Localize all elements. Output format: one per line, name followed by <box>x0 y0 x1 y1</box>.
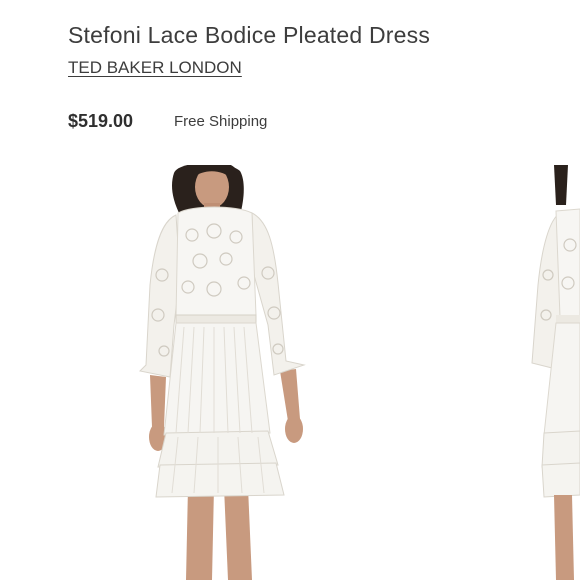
product-price: $519.00 <box>68 111 134 131</box>
dress-photo-partial-icon <box>531 165 580 580</box>
brand-link[interactable]: TED BAKER LONDON <box>68 58 242 78</box>
dress-photo-icon <box>138 165 306 580</box>
product-image-carousel[interactable] <box>0 165 580 580</box>
product-title: Stefoni Lace Bodice Pleated Dress <box>68 22 431 48</box>
shipping-info: Free Shipping <box>174 113 268 130</box>
product-image-next[interactable] <box>520 165 580 580</box>
product-image-main[interactable] <box>128 165 328 580</box>
